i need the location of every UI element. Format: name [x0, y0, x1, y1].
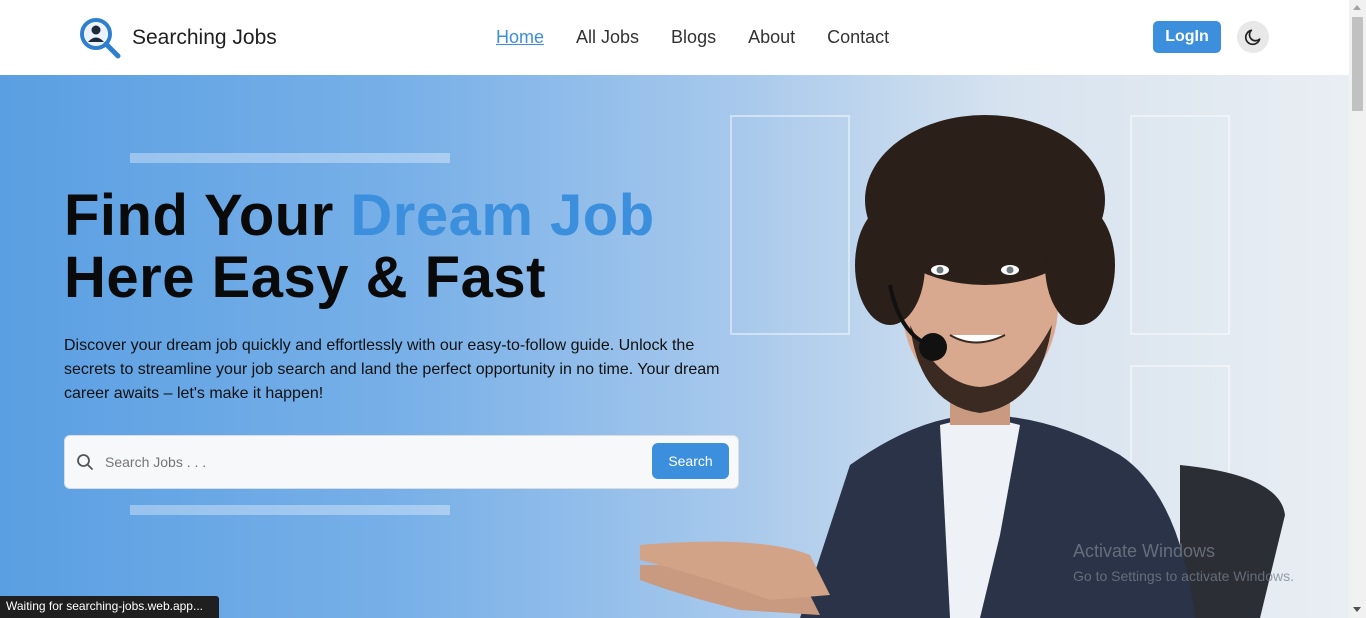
nav-all-jobs[interactable]: All Jobs [576, 26, 639, 48]
job-search-bar: Search [64, 435, 739, 489]
logo-text: Searching Jobs [132, 26, 277, 49]
search-icon [77, 454, 93, 470]
activate-subtitle: Go to Settings to activate Windows. [1073, 568, 1294, 584]
nav-home[interactable]: Home [496, 26, 544, 48]
nav-blogs[interactable]: Blogs [671, 26, 716, 48]
scroll-thumb[interactable] [1352, 17, 1363, 111]
scroll-up-arrow[interactable] [1353, 5, 1361, 10]
search-jobs-input[interactable] [105, 450, 645, 474]
hero-headline: Find Your Dream Job Here Easy & Fast [64, 185, 655, 309]
nav-contact[interactable]: Contact [827, 26, 889, 48]
headline-part-1: Find Your [64, 183, 351, 248]
activate-title: Activate Windows [1073, 541, 1216, 561]
site-header: Searching Jobs Home All Jobs Blogs About… [0, 0, 1349, 75]
activate-windows-watermark: Activate Windows Go to Settings to activ… [1073, 541, 1294, 584]
logo[interactable]: Searching Jobs [79, 17, 277, 59]
hero-section: Find Your Dream Job Here Easy & Fast Dis… [0, 75, 1349, 618]
hero-description: Discover your dream job quickly and effo… [64, 337, 720, 402]
login-button[interactable]: LogIn [1153, 21, 1221, 53]
browser-status-bar: Waiting for searching-jobs.web.app... [0, 596, 219, 618]
background-shelf [130, 505, 450, 515]
nav-about[interactable]: About [748, 26, 795, 48]
moon-icon [1244, 29, 1261, 46]
page-scrollbar[interactable] [1349, 0, 1366, 618]
logo-search-person-icon [80, 18, 121, 59]
theme-toggle-button[interactable] [1237, 21, 1269, 53]
headline-part-2: Here Easy & Fast [64, 245, 546, 310]
scroll-down-arrow[interactable] [1353, 607, 1361, 612]
background-shelf [130, 153, 450, 163]
search-button[interactable]: Search [652, 443, 729, 479]
main-nav: Home All Jobs Blogs About Contact [496, 26, 921, 48]
headline-accent: Dream Job [350, 183, 655, 248]
